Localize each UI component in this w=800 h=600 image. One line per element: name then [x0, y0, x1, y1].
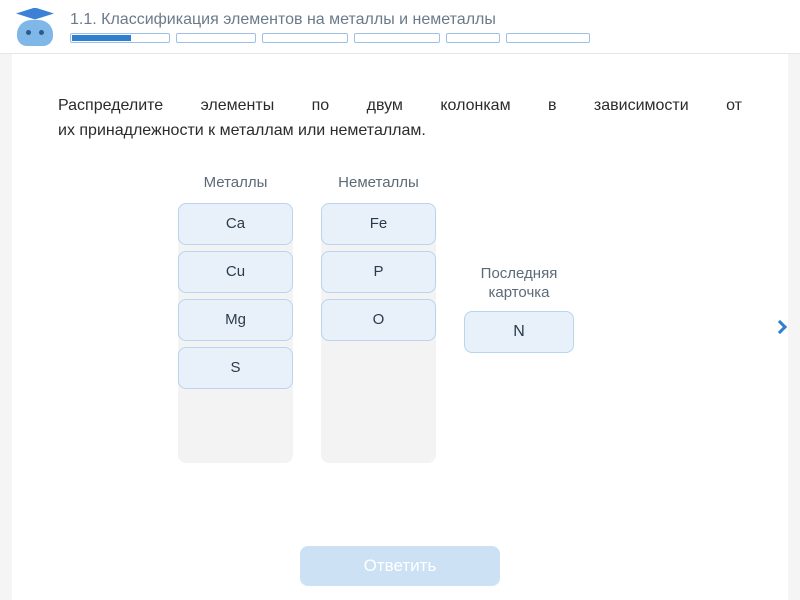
answer-button[interactable]: Ответить	[300, 546, 500, 586]
metals-dropzone[interactable]: Ca Cu Mg S	[178, 203, 293, 463]
sorting-activity: Металлы Ca Cu Mg S Неметаллы Fe PO Последняя…	[58, 174, 742, 463]
draggable-card[interactable]: P	[321, 251, 436, 293]
draggable-card[interactable]: S	[178, 347, 293, 389]
metals-header: Металлы	[178, 174, 293, 191]
draggable-card[interactable]: Cu	[178, 251, 293, 293]
draggable-card[interactable]: Fe	[321, 203, 436, 245]
app-header: 1.1. Классификация элементов на металлы …	[0, 0, 800, 54]
draggable-card[interactable]: O	[321, 299, 436, 341]
draggable-card-last[interactable]: N	[464, 311, 574, 353]
last-card-area: Последняя карточка N	[464, 264, 574, 353]
progress-row	[70, 33, 786, 43]
draggable-card[interactable]: Mg	[178, 299, 293, 341]
progress-segment[interactable]	[70, 33, 170, 43]
nonmetals-column: Неметаллы Fe PO	[321, 174, 436, 463]
progress-segment[interactable]	[176, 33, 256, 43]
progress-segment[interactable]	[446, 33, 500, 43]
progress-segment[interactable]	[262, 33, 348, 43]
topic-bar: 1.1. Классификация элементов на металлы …	[70, 11, 786, 43]
instruction-text: Распределите элементы по двум колонкам в…	[58, 94, 742, 144]
nonmetals-dropzone[interactable]: Fe PO	[321, 203, 436, 463]
topic-title: 1.1. Классификация элементов на металлы …	[70, 11, 786, 29]
progress-segment[interactable]	[354, 33, 440, 43]
chevron-right-icon	[773, 320, 787, 334]
metals-column: Металлы Ca Cu Mg S	[178, 174, 293, 463]
app-logo[interactable]	[14, 8, 56, 46]
nonmetals-header: Неметаллы	[321, 174, 436, 191]
main-content: Распределите элементы по двум колонкам в…	[12, 54, 788, 600]
draggable-card[interactable]: Ca	[178, 203, 293, 245]
last-card-label: Последняя карточка	[464, 264, 574, 303]
next-button[interactable]	[770, 312, 790, 342]
progress-segment[interactable]	[506, 33, 590, 43]
